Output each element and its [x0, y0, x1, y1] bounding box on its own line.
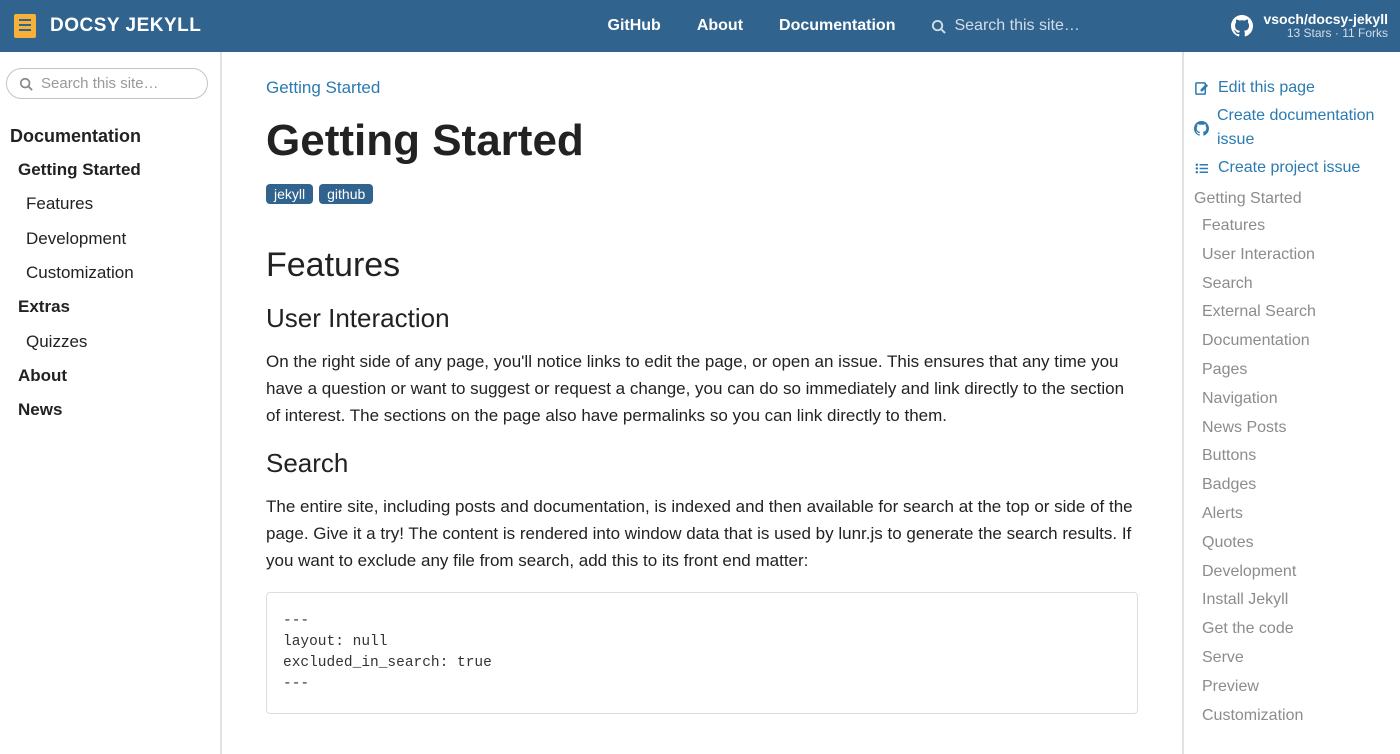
toc-list: Features User Interaction Search Externa…	[1194, 212, 1380, 730]
heading-user-interaction: User Interaction	[266, 303, 1138, 334]
sidebar-item-getting-started[interactable]: Getting Started	[4, 153, 210, 187]
action-project-issue-label: Create project issue	[1218, 156, 1360, 180]
breadcrumb-link[interactable]: Getting Started	[266, 78, 380, 97]
sidebar-right: Edit this page Create documentation issu…	[1182, 52, 1388, 754]
action-project-issue[interactable]: Create project issue	[1194, 156, 1380, 180]
action-edit-label: Edit this page	[1218, 76, 1315, 100]
repo-text: vsoch/docsy-jekyll 13 Stars · 11 Forks	[1263, 11, 1388, 41]
toc-item-preview[interactable]: Preview	[1194, 673, 1380, 702]
toc-item-news-posts[interactable]: News Posts	[1194, 414, 1380, 443]
sidebar-search[interactable]	[6, 68, 208, 99]
toc-item-install-jekyll[interactable]: Install Jekyll	[1194, 586, 1380, 615]
edit-icon	[1194, 81, 1210, 96]
toc-item-badges[interactable]: Badges	[1194, 471, 1380, 500]
toc-item-alerts[interactable]: Alerts	[1194, 500, 1380, 529]
sidebar-item-customization[interactable]: Customization	[4, 256, 210, 290]
search-icon	[931, 19, 946, 34]
sidebar-item-quizzes[interactable]: Quizzes	[4, 325, 210, 359]
sidebar-section-documentation[interactable]: Documentation	[4, 121, 210, 153]
nav-search-input[interactable]	[954, 17, 1174, 35]
action-doc-issue-label: Create documentation issue	[1217, 104, 1380, 152]
toc-item-documentation[interactable]: Documentation	[1194, 327, 1380, 356]
repo-link[interactable]: vsoch/docsy-jekyll 13 Stars · 11 Forks	[1231, 11, 1388, 41]
doc-icon	[14, 14, 36, 38]
brand-text: DOCSY JEKYLL	[50, 15, 201, 37]
toc-item-search[interactable]: Search	[1194, 270, 1380, 299]
page-title: Getting Started	[266, 116, 1138, 166]
action-doc-issue[interactable]: Create documentation issue	[1194, 104, 1380, 152]
sidebar-item-news[interactable]: News	[4, 393, 210, 427]
list-icon	[1194, 161, 1210, 176]
search-icon	[19, 77, 33, 91]
repo-meta: 13 Stars · 11 Forks	[1263, 27, 1388, 41]
sidebar-left: Documentation Getting Started Features D…	[0, 52, 222, 754]
repo-name: vsoch/docsy-jekyll	[1263, 11, 1388, 27]
nav-link-about[interactable]: About	[697, 17, 743, 35]
toc-item-user-interaction[interactable]: User Interaction	[1194, 241, 1380, 270]
toc-item-development[interactable]: Development	[1194, 558, 1380, 587]
breadcrumb: Getting Started	[266, 78, 1138, 98]
paragraph-search: The entire site, including posts and doc…	[266, 493, 1138, 575]
toc-item-external-search[interactable]: External Search	[1194, 298, 1380, 327]
paragraph-user-interaction: On the right side of any page, you'll no…	[266, 348, 1138, 430]
nav-link-docs[interactable]: Documentation	[779, 17, 895, 35]
nav-link-github[interactable]: GitHub	[608, 17, 661, 35]
tag-jekyll[interactable]: jekyll	[266, 184, 313, 204]
toc-item-quotes[interactable]: Quotes	[1194, 529, 1380, 558]
toc-item-get-the-code[interactable]: Get the code	[1194, 615, 1380, 644]
sidebar-search-input[interactable]	[41, 75, 195, 92]
toc-root[interactable]: Getting Started	[1194, 190, 1380, 208]
nav-search[interactable]	[931, 17, 1221, 35]
action-edit-page[interactable]: Edit this page	[1194, 76, 1380, 100]
github-icon	[1231, 15, 1253, 37]
top-navbar: DOCSY JEKYLL GitHub About Documentation …	[0, 0, 1400, 52]
tag-github[interactable]: github	[319, 184, 373, 204]
sidebar-item-features[interactable]: Features	[4, 187, 210, 221]
toc-item-customization[interactable]: Customization	[1194, 702, 1380, 731]
heading-features: Features	[266, 246, 1138, 285]
toc-item-pages[interactable]: Pages	[1194, 356, 1380, 385]
toc-item-serve[interactable]: Serve	[1194, 644, 1380, 673]
brand[interactable]: DOCSY JEKYLL	[14, 14, 201, 38]
github-icon	[1194, 121, 1209, 136]
nav-links: GitHub About Documentation	[608, 17, 896, 35]
toc-item-navigation[interactable]: Navigation	[1194, 385, 1380, 414]
sidebar-item-development[interactable]: Development	[4, 222, 210, 256]
toc-item-buttons[interactable]: Buttons	[1194, 442, 1380, 471]
sidebar-item-about[interactable]: About	[4, 359, 210, 393]
sidebar-item-extras[interactable]: Extras	[4, 290, 210, 324]
toc-item-features[interactable]: Features	[1194, 212, 1380, 241]
main-content: Getting Started Getting Started jekyll g…	[222, 52, 1182, 754]
tag-list: jekyll github	[266, 184, 1138, 204]
heading-search: Search	[266, 448, 1138, 479]
